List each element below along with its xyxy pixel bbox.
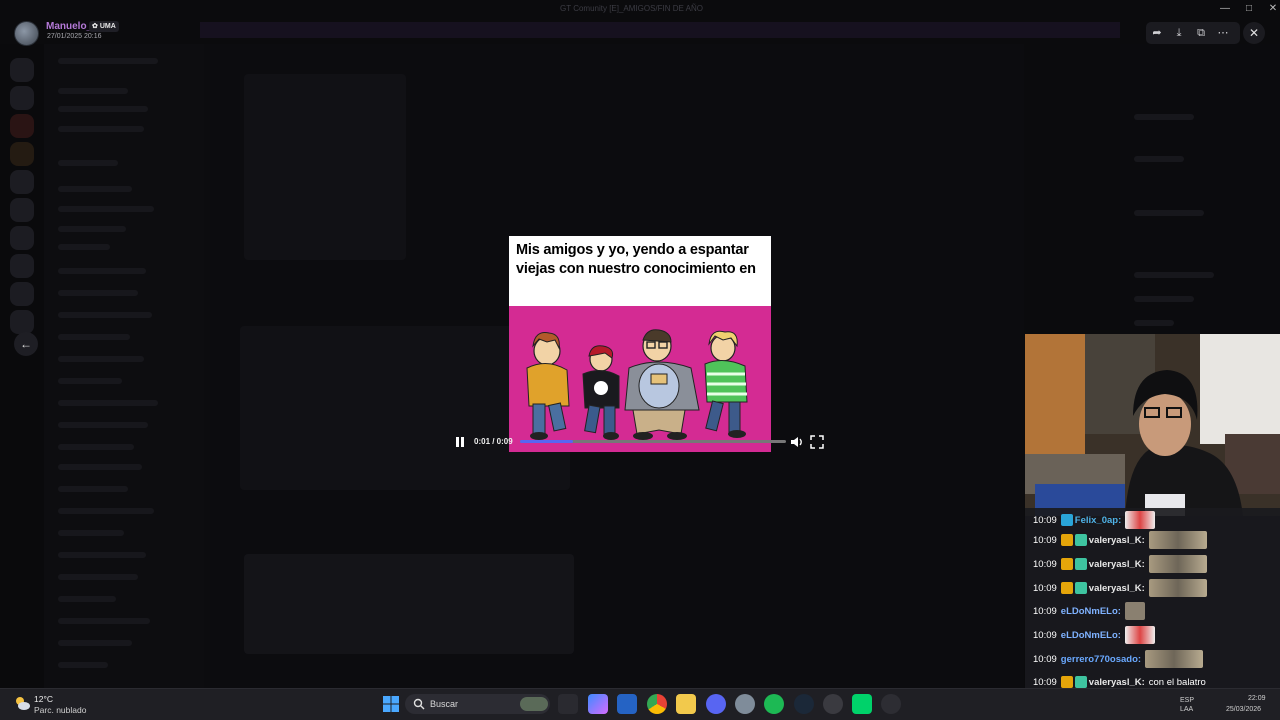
webcam-image [1025,334,1280,516]
upload-timestamp: 27/01/2025 20:16 [47,33,102,40]
face-emote [1124,602,1145,620]
volume-icon[interactable] [790,435,804,449]
chat-username[interactable]: gerrero770osado: [1061,654,1141,665]
chat-message: 10:09 eLDoNmELo: [1033,601,1145,621]
minimize-icon[interactable]: — [1214,2,1236,16]
weather-cloud-icon[interactable] [12,693,32,713]
image-emote [1148,579,1207,597]
search-placeholder: Buscar [430,699,459,709]
chat-time: 10:09 [1033,558,1057,570]
image-emote [1148,555,1207,573]
chat-username[interactable]: Felix_0ap: [1075,515,1121,526]
video-timecode: 0:01 / 0:09 [474,437,513,446]
server-tag-text: UMA [99,23,116,30]
tray-lang[interactable]: ESP [1180,697,1194,704]
chat-username[interactable]: eLDoNmELo: [1061,630,1121,641]
chat-time: 10:09 [1033,629,1057,641]
steam-icon[interactable] [794,694,814,714]
prime-badge-icon [1060,514,1073,526]
store-icon[interactable] [617,694,637,714]
image-emote [1145,650,1204,668]
copilot-icon[interactable] [588,694,608,714]
download-icon[interactable]: ⤓ [1168,22,1190,44]
chat-time: 10:09 [1033,582,1057,594]
obs-icon[interactable] [735,694,755,714]
member-list [1120,44,1280,334]
chat-message: 10:09 valeryasl_K: [1033,554,1207,574]
media-viewer: GT Comunity [E]_AMIGOS/FIN DE AÑO — □ ✕ … [0,0,1280,720]
avatar[interactable] [14,21,39,46]
crown-badge-icon [1060,582,1073,594]
nvidia-app-icon[interactable] [852,694,872,714]
search-icon [413,698,425,710]
chat-message: 10:09 valeryasl_K: [1033,530,1207,550]
sub-badge-icon [1074,676,1087,688]
more-icon[interactable]: ⋯ [1212,22,1234,44]
chat-time: 10:09 [1033,676,1057,688]
weather-condition: Parc. nublado [34,705,87,715]
fullscreen-icon[interactable] [810,435,824,449]
stream-chat: 10:09 Felix_0ap: 10:09 valeryasl_K: 10:09 val… [1025,508,1280,714]
github-desktop-icon[interactable] [823,694,843,714]
tray-region[interactable]: LAA [1180,706,1193,713]
meme-caption-text: Mis amigos y yo, yendo a espantar viejas… [516,242,756,277]
search-highlight-icon [520,697,548,711]
forward-icon[interactable]: ➦ [1146,22,1168,44]
chat-username[interactable]: valeryasl_K: [1089,559,1145,570]
discord-icon[interactable] [706,694,726,714]
chat-message: 10:09 eLDoNmELo: [1033,625,1155,645]
pause-icon[interactable] [454,436,466,448]
server-list [0,44,44,688]
chat-time: 10:09 [1033,534,1057,546]
uploader-name[interactable]: Manuelo_ [46,21,92,32]
chat-message: 10:09 gerrero770osado: [1033,649,1204,669]
chrome-icon[interactable] [647,694,667,714]
chat-time: 10:09 [1033,514,1057,526]
crown-badge-icon [1060,534,1073,546]
tray-time[interactable]: 22:09 [1248,695,1266,702]
image-emote [1148,531,1207,549]
XD-emote [1124,626,1155,644]
meme-caption: Mis amigos y yo, yendo a espantar viejas… [509,236,771,306]
open-external-icon[interactable]: ⧉ [1190,22,1212,44]
chat-username[interactable]: valeryasl_K: [1089,535,1145,546]
video-progress-fill [520,440,574,443]
streamer-webcam [1025,334,1280,516]
crown-badge-icon [1060,558,1073,570]
arrow-app-icon[interactable] [881,694,901,714]
sub-badge-icon [1074,558,1087,570]
previous-icon[interactable]: ← [14,332,38,356]
video-player[interactable]: Mis amigos y yo, yendo a espantar viejas… [509,236,771,452]
crown-badge-icon [1060,676,1073,688]
chat-message: 10:09 Felix_0ap: [1033,510,1156,530]
chat-time: 10:09 [1033,653,1057,665]
running-friends-illustration [509,306,771,452]
sub-badge-icon [1074,582,1087,594]
maximize-icon[interactable]: □ [1238,2,1260,16]
file-explorer-icon[interactable] [676,694,696,714]
XD-emote [1125,511,1156,529]
taskbar [0,688,1280,720]
video-progress-bar[interactable] [520,440,786,443]
chat-username[interactable]: valeryasl_K: [1089,677,1145,688]
close-icon[interactable]: ✕ [1243,22,1265,44]
server-tag-badge: ✿ UMA [89,21,119,32]
tray-date[interactable]: 25/03/2026 [1226,706,1261,713]
viewer-header: GT Comunity [E]_AMIGOS/FIN DE AÑO — □ ✕ … [0,0,1280,46]
chat-username[interactable]: eLDoNmELo: [1061,606,1121,617]
chat-message: 10:09 valeryasl_K: [1033,578,1207,598]
chat-time: 10:09 [1033,605,1057,617]
weather-temp: 12°C [34,694,53,704]
chat-username[interactable]: valeryasl_K: [1089,583,1145,594]
spotify-icon[interactable] [764,694,784,714]
sub-badge-icon [1074,534,1087,546]
video-frame[interactable] [509,306,771,452]
windows-start-icon[interactable] [381,694,401,714]
window-title: GT Comunity [E]_AMIGOS/FIN DE AÑO [560,4,703,13]
task-view-icon[interactable] [558,694,578,714]
channel-list [44,44,204,688]
window-close-icon[interactable]: ✕ [1262,2,1280,16]
chat-text: con el balatro [1148,676,1206,688]
